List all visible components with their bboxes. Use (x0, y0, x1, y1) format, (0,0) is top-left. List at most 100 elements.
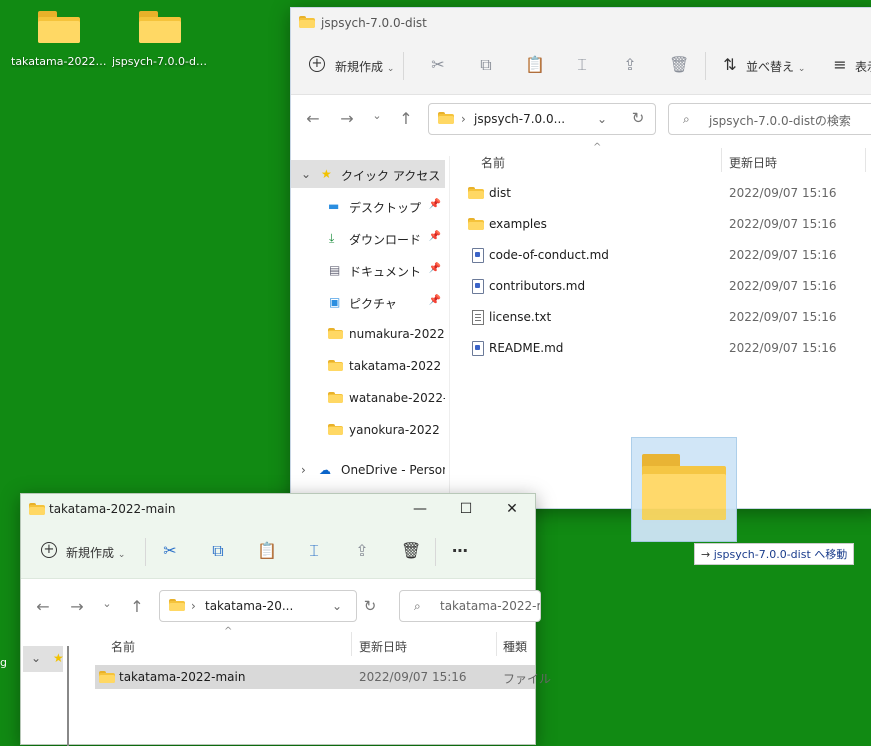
file-date: 2022/09/07 15:16 (359, 670, 467, 684)
paste-icon[interactable]: 📋 (525, 56, 545, 74)
paste-icon[interactable]: 📋 (257, 542, 277, 560)
address-dropdown-icon[interactable]: ⌄ (332, 599, 342, 613)
nav-item-downloads[interactable]: ⤓ ダウンロード 📌 (291, 224, 445, 252)
close-button[interactable]: ✕ (489, 494, 535, 524)
address-bar[interactable]: › takatama-20... ⌄ (159, 590, 357, 622)
file-row[interactable]: takatama-2022-main 2022/09/07 15:16 ファイル (95, 665, 551, 689)
up-button[interactable]: ↑ (396, 109, 416, 128)
file-row[interactable]: contributors.md 2022/09/07 15:16 (451, 274, 871, 298)
rename-icon[interactable]: ⌶ (573, 56, 591, 74)
nav-item-folder[interactable]: yanokura-2022 (291, 416, 445, 444)
sort-indicator-icon: ^ (593, 142, 602, 153)
nav-item-onedrive[interactable]: › ☁ OneDrive - Personal (291, 456, 445, 484)
nav-item-folder[interactable]: takatama-2022 (291, 352, 445, 380)
share-icon[interactable]: ⇪ (621, 56, 639, 74)
pictures-icon: ▣ (329, 295, 341, 309)
minimize-button[interactable]: — (397, 494, 443, 524)
title-bar[interactable]: takatama-2022-main — ☐ ✕ (21, 494, 535, 524)
expand-chevron-icon[interactable]: › (301, 463, 306, 477)
column-type[interactable]: 種類 (503, 638, 527, 655)
more-icon[interactable]: ⋯ (451, 542, 469, 560)
new-button[interactable]: 新規作成 ⌄ (335, 58, 394, 75)
recent-dropdown[interactable]: ⌄ (97, 597, 117, 610)
nav-label: takatama-2022 (349, 359, 442, 373)
markdown-file-icon (472, 279, 484, 294)
nav-quick-access[interactable]: ⌄ ★ (23, 646, 64, 672)
view-icon: ≡ (833, 55, 847, 74)
column-date[interactable]: 更新日時 (359, 638, 407, 655)
view-button[interactable]: 表示 (855, 58, 871, 75)
file-row[interactable]: license.txt 2022/09/07 15:16 (451, 305, 871, 329)
folder-icon (328, 392, 343, 403)
new-button[interactable]: 新規作成 ⌄ (66, 544, 125, 561)
drag-tooltip: → jspsych-7.0.0-dist へ移動 (694, 543, 855, 565)
column-divider (865, 148, 866, 172)
column-name[interactable]: 名前 (111, 638, 135, 655)
forward-button[interactable]: → (337, 109, 357, 128)
address-bar[interactable]: › jspsych-7.0.0... ⌄ (428, 103, 656, 135)
title-bar[interactable]: jspsych-7.0.0-dist (291, 8, 871, 38)
column-date[interactable]: 更新日時 (729, 154, 777, 171)
search-icon: ⌕ (414, 599, 421, 613)
file-row[interactable]: code-of-conduct.md 2022/09/07 15:16 (451, 243, 871, 267)
folder-icon (468, 218, 484, 230)
sort-button[interactable]: 並べ替え ⌄ (746, 58, 805, 75)
up-button[interactable]: ↑ (127, 597, 147, 616)
delete-icon[interactable]: 🗑 (669, 56, 689, 74)
file-date: 2022/09/07 15:16 (729, 217, 837, 231)
search-box[interactable]: ⌕ takatama-2022-m... (399, 590, 541, 622)
address-dropdown-icon[interactable]: ⌄ (597, 112, 607, 126)
breadcrumb-chevron: › (191, 599, 196, 613)
navigation-pane: ⌄ ★ (21, 634, 79, 746)
file-name: takatama-2022-main (119, 670, 246, 684)
search-icon: ⌕ (683, 112, 690, 126)
forward-button[interactable]: → (67, 597, 87, 616)
folder-icon (139, 11, 181, 43)
star-icon: ★ (321, 167, 332, 181)
file-row[interactable]: README.md 2022/09/07 15:16 (451, 336, 871, 360)
divider (403, 52, 404, 80)
cut-icon[interactable]: ✂ (429, 56, 447, 74)
star-icon: ★ (53, 651, 64, 665)
expand-chevron-icon[interactable]: ⌄ (31, 651, 41, 665)
scrollbar[interactable] (67, 646, 69, 746)
search-box[interactable]: ⌕ jspsych-7.0.0-distの検索 (668, 103, 871, 135)
nav-item-folder[interactable]: numakura-2022 (291, 320, 445, 348)
divider (705, 52, 706, 80)
cut-icon[interactable]: ✂ (161, 542, 179, 560)
nav-item-pictures[interactable]: ▣ ピクチャ 📌 (291, 288, 445, 316)
nav-label: デスクトップ (349, 201, 422, 215)
folder-icon (299, 16, 315, 28)
share-icon[interactable]: ⇪ (353, 542, 371, 560)
folder-icon (99, 671, 115, 683)
breadcrumb-chevron: › (461, 112, 466, 126)
refresh-button[interactable]: ↻ (360, 597, 380, 615)
expand-chevron-icon[interactable]: ⌄ (301, 167, 311, 181)
file-date: 2022/09/07 15:16 (729, 186, 837, 200)
back-button[interactable]: ← (33, 597, 53, 616)
nav-item-folder[interactable]: watanabe-2022-les (291, 384, 445, 412)
markdown-file-icon (472, 341, 484, 356)
text-file-icon (472, 310, 484, 325)
column-name[interactable]: 名前 (481, 154, 505, 171)
file-date: 2022/09/07 15:16 (729, 341, 837, 355)
file-row[interactable]: dist 2022/09/07 15:16 (451, 181, 871, 205)
nav-quick-access[interactable]: ⌄ ★ クイック アクセス (291, 160, 445, 188)
delete-icon[interactable]: 🗑 (401, 542, 421, 560)
nav-item-desktop[interactable]: ▬ デスクトップ 📌 (291, 192, 445, 220)
nav-label: クイック アクセス (341, 169, 441, 183)
rename-icon[interactable]: ⌶ (305, 542, 323, 560)
file-name: README.md (489, 341, 564, 355)
copy-icon[interactable]: ⧉ (209, 542, 227, 560)
nav-label: ドキュメント (349, 265, 422, 279)
recent-dropdown[interactable]: ⌄ (367, 109, 387, 122)
refresh-button[interactable]: ↻ (628, 109, 648, 127)
column-divider (351, 632, 352, 656)
sort-icon: ⇅ (723, 55, 737, 74)
back-button[interactable]: ← (303, 109, 323, 128)
file-row[interactable]: examples 2022/09/07 15:16 (451, 212, 871, 236)
file-type: ファイル (503, 672, 552, 686)
copy-icon[interactable]: ⧉ (477, 56, 495, 74)
nav-item-documents[interactable]: ▤ ドキュメント 📌 (291, 256, 445, 284)
maximize-button[interactable]: ☐ (443, 494, 489, 524)
